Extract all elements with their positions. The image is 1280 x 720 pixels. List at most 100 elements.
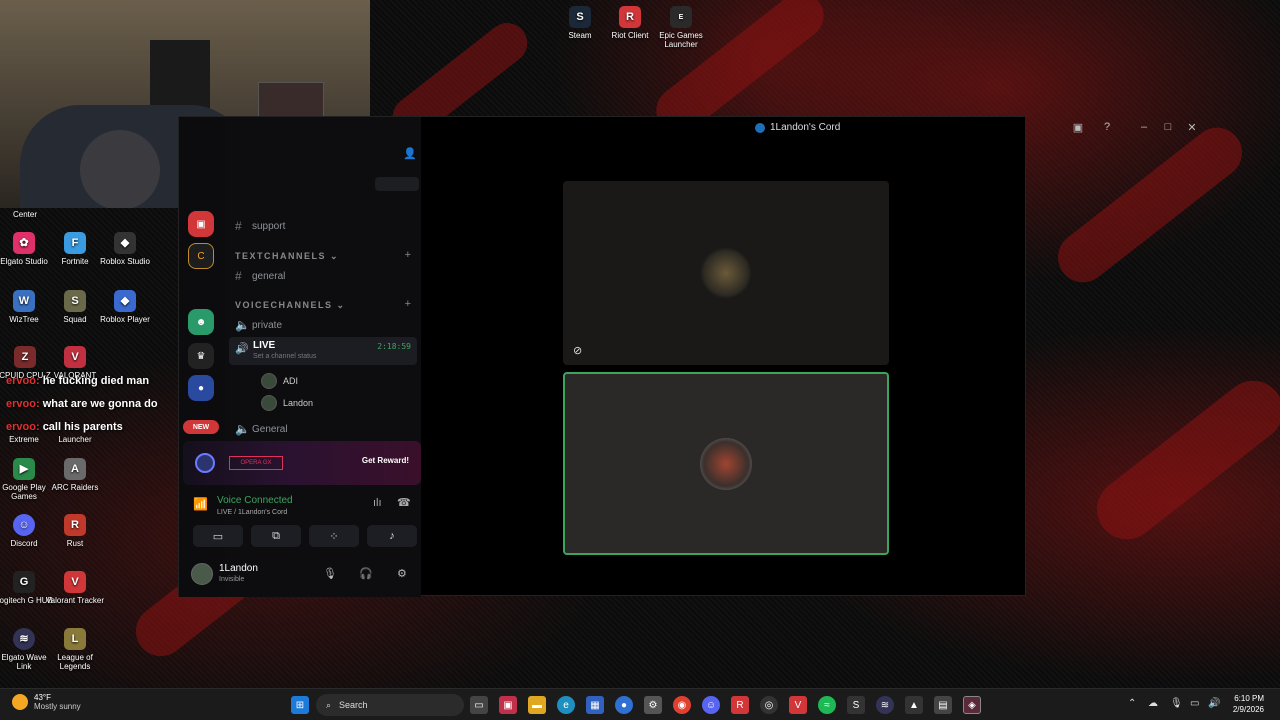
opera-gx-promo[interactable]: OPERA GX Get Reward! [183,441,421,485]
channel-general-text[interactable]: # general [235,269,285,283]
desktop-icon-roblox-player[interactable]: ◆ Roblox Player [95,290,155,324]
channel-support[interactable]: # support [235,219,285,233]
participant-tile[interactable]: ⊘ [563,181,889,365]
disconnect-icon[interactable]: ☎ [397,496,411,509]
edge-icon[interactable]: e [557,696,575,714]
headphones-icon[interactable]: 🎧 [359,567,373,580]
sun-icon [12,694,28,710]
avatar[interactable] [191,563,213,585]
settings-icon[interactable]: ⚙ [644,696,662,714]
desktop-icon-center[interactable]: Center [0,210,55,219]
chat-message: ervoo: what are we gonna do [6,398,158,410]
valorant-tracker-icon[interactable]: V [789,696,807,714]
search-box[interactable]: ⌕ Search [316,694,464,716]
app-icon[interactable]: ▲ [905,696,923,714]
server-icon [755,122,765,133]
desktop-icon-launcher[interactable]: Launcher [45,435,105,444]
cpuz-icon: Z [14,346,36,368]
riot-icon[interactable]: R [731,696,749,714]
screen-share-icon: ⧉ [272,529,280,542]
start-button[interactable]: ⊞ [291,696,309,714]
inbox-icon[interactable]: ▣ [1071,121,1085,134]
signal-icon[interactable]: 📶 [193,497,208,511]
camera-off-icon: ▭ [212,530,224,543]
app-icon[interactable]: ▤ [934,696,952,714]
activities-icon: ⁘ [329,530,339,543]
valorant-icon: V [64,346,86,368]
search-bar[interactable] [375,177,419,191]
add-channel-icon[interactable]: + [405,249,411,261]
discord-window: ▣ C ☻ ♛ ● NEW 👤 # support TEXTCHANNELS ⌄ … [178,116,1197,597]
chrome-icon[interactable]: ◉ [673,696,691,714]
display-icon[interactable]: ▭ [1190,698,1199,709]
microphone-icon[interactable]: 🎙 [1170,698,1183,709]
clock[interactable]: 6:10 PM 2/9/2026 [1233,693,1264,715]
steam-icon[interactable]: S [847,696,865,714]
soundboard-button[interactable]: ♪ [367,525,417,547]
rust-icon: R [64,514,86,536]
app-icon[interactable]: ◎ [760,696,778,714]
desktop-icon-epic-games[interactable]: E Epic Games Launcher [651,6,711,49]
chat-message: ervoo: call his parents [6,421,123,433]
league-icon: L [64,628,86,650]
desktop-icon-valorant-tracker[interactable]: V Valorant Tracker [45,571,105,605]
task-view-icon[interactable]: ▭ [470,696,488,714]
microphone-icon[interactable]: 🎙 [323,567,337,580]
wave-link-icon[interactable]: ≋ [876,696,894,714]
participant-tile-speaking[interactable] [563,372,889,555]
wave-link-icon: ≋ [13,628,35,650]
desktop-icon-arc-raiders[interactable]: A ARC Raiders [45,458,105,492]
server-icon[interactable]: ♛ [188,343,214,369]
weather-widget[interactable]: 43°F Mostly sunny [12,693,81,711]
screen-share-button[interactable]: ⧉ [251,525,301,547]
volume-icon[interactable]: 🔊 [1208,698,1220,709]
steam-icon: S [569,6,591,28]
server-icon[interactable]: ▣ [188,211,214,237]
deafened-icon: ⊘ [573,345,583,357]
desktop-icon-roblox-studio[interactable]: ◆ Roblox Studio [95,232,155,266]
desktop-icon-rust[interactable]: R Rust [45,514,105,548]
discord-icon[interactable]: ☺ [702,696,720,714]
minimize-button[interactable]: – [1137,121,1151,133]
category-text-channels[interactable]: TEXTCHANNELS ⌄ [235,251,339,262]
server-icon[interactable]: ● [188,375,214,401]
user-panel: 1Landon Invisible 🎙 🎧 ⚙ [183,559,421,591]
desktop-icon-league-of-legends[interactable]: L League of Legends [45,628,105,671]
avatar [700,247,752,299]
voice-member[interactable]: Landon [261,395,313,411]
channel-private[interactable]: 🔈 private [235,318,282,332]
category-voice-channels[interactable]: VOICECHANNELS ⌄ [235,300,346,311]
maximize-button[interactable]: □ [1161,121,1175,133]
roblox-player-icon: ◆ [114,290,136,312]
epic-icon: E [670,6,692,28]
file-explorer-icon[interactable]: ▬ [528,696,546,714]
squad-icon: S [64,290,86,312]
server-icon[interactable]: ☻ [188,309,214,335]
camera-button[interactable]: ▭ [193,525,243,547]
soundboard-icon: ♪ [389,530,395,542]
get-reward-button[interactable]: Get Reward! [362,456,409,465]
channel-general-voice[interactable]: 🔈 General [235,422,288,436]
spotify-icon[interactable]: ≈ [818,696,836,714]
chevron-up-icon[interactable]: ⌃ [1128,698,1136,709]
elgato-studio-icon: ✿ [13,232,35,254]
opera-gx-badge: OPERA GX [229,456,283,470]
app-icon[interactable]: ◈ [963,696,981,714]
add-friend-icon[interactable]: 👤 [403,147,417,160]
app-icon[interactable]: ● [615,696,633,714]
close-button[interactable]: ✕ [1185,121,1199,134]
noise-suppression-icon[interactable]: ılı [373,497,382,509]
fortnite-icon: F [64,232,86,254]
store-icon[interactable]: ▦ [586,696,604,714]
cloud-icon[interactable]: ☁ [1148,698,1158,709]
add-channel-icon[interactable]: + [405,298,411,310]
settings-gear-icon[interactable]: ⚙ [397,567,407,580]
app-icon[interactable]: ▣ [499,696,517,714]
voice-member[interactable]: ADI [261,373,298,389]
help-icon[interactable]: ? [1100,121,1114,133]
speaker-icon: 🔊 [235,343,249,355]
activities-button[interactable]: ⁘ [309,525,359,547]
roblox-studio-icon: ◆ [114,232,136,254]
channel-live[interactable]: 🔊 LIVE Set a channel status 2:18:59 [229,337,417,365]
server-icon[interactable]: C [188,243,214,269]
